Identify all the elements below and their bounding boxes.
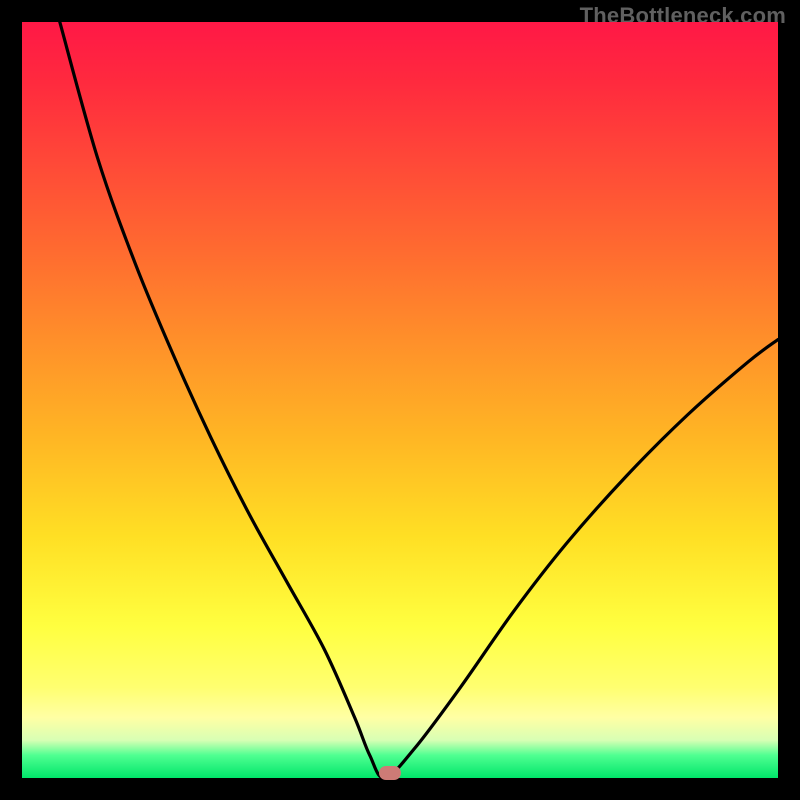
optimal-point-marker [379, 766, 401, 780]
chart-frame: TheBottleneck.com [0, 0, 800, 800]
bottleneck-curve [22, 22, 778, 778]
plot-area [22, 22, 778, 778]
